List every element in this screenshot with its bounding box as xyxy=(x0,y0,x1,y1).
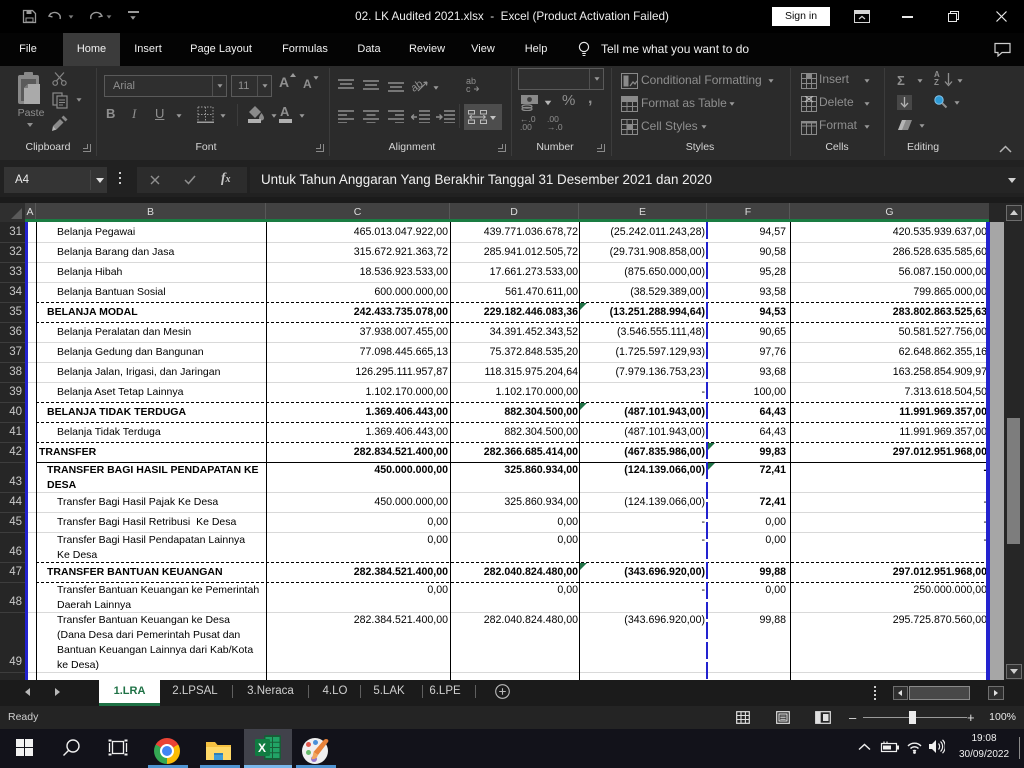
svg-text:c: c xyxy=(466,84,471,93)
svg-text:X: X xyxy=(258,741,266,755)
